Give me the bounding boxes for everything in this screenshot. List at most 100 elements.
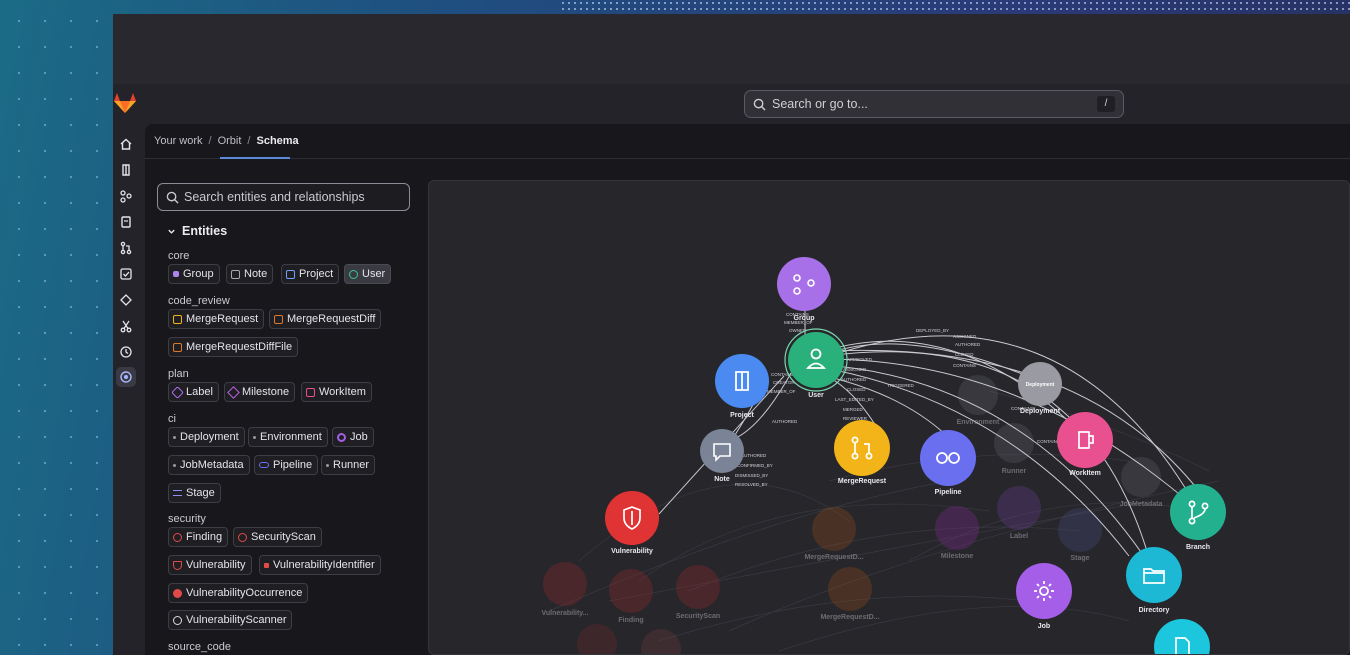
entity-chip-environment[interactable]: Environment bbox=[248, 427, 328, 447]
project-icon[interactable] bbox=[116, 160, 136, 180]
faded-node-label-finding: Finding bbox=[618, 617, 643, 624]
group-label-plan: plan bbox=[168, 368, 189, 380]
bug-icon bbox=[173, 532, 182, 542]
entity-chip-mergerequestdifffile[interactable]: MergeRequestDiffFile bbox=[168, 337, 299, 357]
faded-node-label-runner: Runner bbox=[1002, 468, 1027, 475]
edge-label-4: ASSIGNED bbox=[953, 334, 977, 339]
group-label-core: core bbox=[168, 250, 190, 262]
entity-chip-user[interactable]: User bbox=[344, 264, 392, 284]
group-icon bbox=[173, 271, 179, 277]
global-search-input[interactable]: Search or go to... / bbox=[744, 90, 1124, 118]
milestone-icon[interactable] bbox=[116, 290, 136, 310]
faded-node-mergerequestdiff[interactable] bbox=[812, 507, 856, 551]
node-label-user: User bbox=[808, 392, 824, 399]
edge-label-20: AUTHORED bbox=[741, 453, 767, 458]
entity-chip-mergerequest[interactable]: MergeRequest bbox=[168, 309, 265, 329]
note-icon bbox=[231, 269, 240, 279]
gitlab-logo-icon[interactable] bbox=[113, 92, 137, 114]
edge-label-17: CREATOR bbox=[773, 380, 795, 385]
project-icon bbox=[286, 269, 295, 279]
job-metadata-icon bbox=[173, 463, 176, 467]
entity-chip-stage[interactable]: Stage bbox=[168, 483, 221, 503]
schema-graph-canvas[interactable]: Vulnerability... Finding SecurityScan Me… bbox=[428, 180, 1350, 655]
identifier-icon bbox=[264, 562, 269, 568]
entity-chip-workitem[interactable]: WorkItem bbox=[301, 382, 372, 402]
entity-chip-vulnerabilityoccurrence[interactable]: VulnerabilityOccurrence bbox=[168, 583, 309, 603]
search-icon bbox=[173, 615, 182, 625]
search-placeholder: Search or go to... bbox=[772, 97, 868, 111]
faded-node-jobmetadata[interactable] bbox=[1121, 457, 1161, 497]
edge-label-8: APPROVED bbox=[847, 357, 873, 362]
faded-node-securityscan[interactable] bbox=[676, 565, 720, 609]
entity-chip-vulnerabilityscanner[interactable]: VulnerabilityScanner bbox=[168, 610, 293, 630]
entity-chip-job[interactable]: Job bbox=[332, 427, 374, 447]
node-job[interactable]: Job bbox=[1016, 563, 1072, 630]
snippets-icon[interactable] bbox=[116, 212, 136, 232]
occurrence-icon bbox=[173, 588, 182, 598]
entity-search-placeholder: Search entities and relationships bbox=[184, 190, 365, 204]
faded-node-milestone[interactable] bbox=[935, 506, 979, 550]
node-label-job: Job bbox=[1038, 623, 1050, 630]
edge-label-15: TRIGGERED bbox=[887, 383, 915, 388]
label-icon bbox=[171, 385, 184, 399]
faded-node-label[interactable] bbox=[997, 486, 1041, 530]
faded-node-label-stage: Stage bbox=[1070, 555, 1089, 562]
entity-chip-mergerequestdiff[interactable]: MergeRequestDiff bbox=[269, 309, 382, 329]
faded-node-vulnerability-occurrence[interactable] bbox=[543, 562, 587, 606]
history-icon[interactable] bbox=[116, 342, 136, 362]
faded-node-label-securityscan: SecurityScan bbox=[676, 613, 720, 620]
entity-search-input[interactable]: Search entities and relationships bbox=[157, 183, 410, 211]
entity-chip-vulnerabilityidentifier[interactable]: VulnerabilityIdentifier bbox=[259, 555, 381, 575]
group-icon[interactable] bbox=[116, 186, 136, 206]
node-mergerequest[interactable]: MergeRequest bbox=[834, 420, 890, 485]
breadcrumb-your-work[interactable]: Your work bbox=[154, 135, 203, 147]
node-file[interactable] bbox=[1154, 619, 1210, 655]
entity-chip-label[interactable]: Label bbox=[168, 382, 219, 402]
group-label-ci: ci bbox=[168, 413, 176, 425]
entity-chip-pipeline[interactable]: Pipeline bbox=[254, 455, 319, 475]
entity-chip-vulnerability[interactable]: Vulnerability bbox=[168, 555, 252, 575]
node-pipeline[interactable]: Pipeline bbox=[920, 430, 976, 496]
todo-icon[interactable] bbox=[116, 264, 136, 284]
deployment-icon bbox=[173, 435, 176, 439]
faded-node-hash[interactable] bbox=[577, 624, 617, 655]
home-icon[interactable] bbox=[116, 134, 136, 154]
orbit-icon[interactable] bbox=[116, 367, 136, 387]
merge-request-icon[interactable] bbox=[116, 238, 136, 258]
entities-heading: Entities bbox=[182, 224, 228, 238]
faded-node-stage[interactable] bbox=[1058, 508, 1102, 552]
node-project[interactable]: Project bbox=[715, 354, 769, 419]
user-icon bbox=[349, 269, 358, 279]
entities-toggle[interactable]: Entities bbox=[167, 224, 227, 238]
top-header: Search or go to... / bbox=[113, 84, 1350, 124]
edge-label-13: MERGED bbox=[843, 407, 864, 412]
node-deployment[interactable]: Deployment Deployment bbox=[1018, 362, 1062, 415]
faded-node-extra[interactable] bbox=[641, 629, 681, 655]
work-item-icon bbox=[306, 387, 315, 397]
entity-chip-project[interactable]: Project bbox=[281, 264, 340, 284]
node-vulnerability[interactable]: Vulnerability bbox=[605, 491, 659, 555]
entity-chip-securityscan[interactable]: SecurityScan bbox=[233, 527, 322, 547]
node-label-branch: Branch bbox=[1186, 544, 1210, 551]
node-directory[interactable]: Directory bbox=[1126, 547, 1182, 614]
window-top-band bbox=[113, 14, 1350, 84]
breadcrumb-orbit[interactable]: Orbit bbox=[218, 135, 242, 147]
entity-chip-runner[interactable]: Runner bbox=[321, 455, 376, 475]
entity-chip-note[interactable]: Note bbox=[226, 264, 274, 284]
entity-chip-deployment[interactable]: Deployment bbox=[168, 427, 245, 447]
entity-chip-group[interactable]: Group bbox=[168, 264, 220, 284]
faded-node-finding[interactable] bbox=[609, 569, 653, 613]
edge-label-19: AUTHORED bbox=[772, 419, 798, 424]
faded-node-runner[interactable] bbox=[994, 423, 1034, 463]
entity-chip-finding[interactable]: Finding bbox=[168, 527, 229, 547]
app-window: Search or go to... / Your work / Orbit /… bbox=[113, 14, 1350, 655]
entity-sidebar: Search entities and relationships Entiti… bbox=[157, 172, 412, 655]
entity-chip-milestone[interactable]: Milestone bbox=[224, 382, 296, 402]
faded-node-label-mergerequestdiff: MergeRequestD... bbox=[804, 554, 863, 561]
edge-label-12: LAST_EDITED_BY bbox=[835, 397, 874, 402]
node-branch[interactable]: Branch bbox=[1170, 484, 1226, 551]
faded-node-mergerequestdifffile[interactable] bbox=[828, 567, 872, 611]
faded-node-environment[interactable] bbox=[958, 375, 998, 415]
scissors-icon[interactable] bbox=[116, 316, 136, 336]
entity-chip-jobmetadata[interactable]: JobMetadata bbox=[168, 455, 250, 475]
